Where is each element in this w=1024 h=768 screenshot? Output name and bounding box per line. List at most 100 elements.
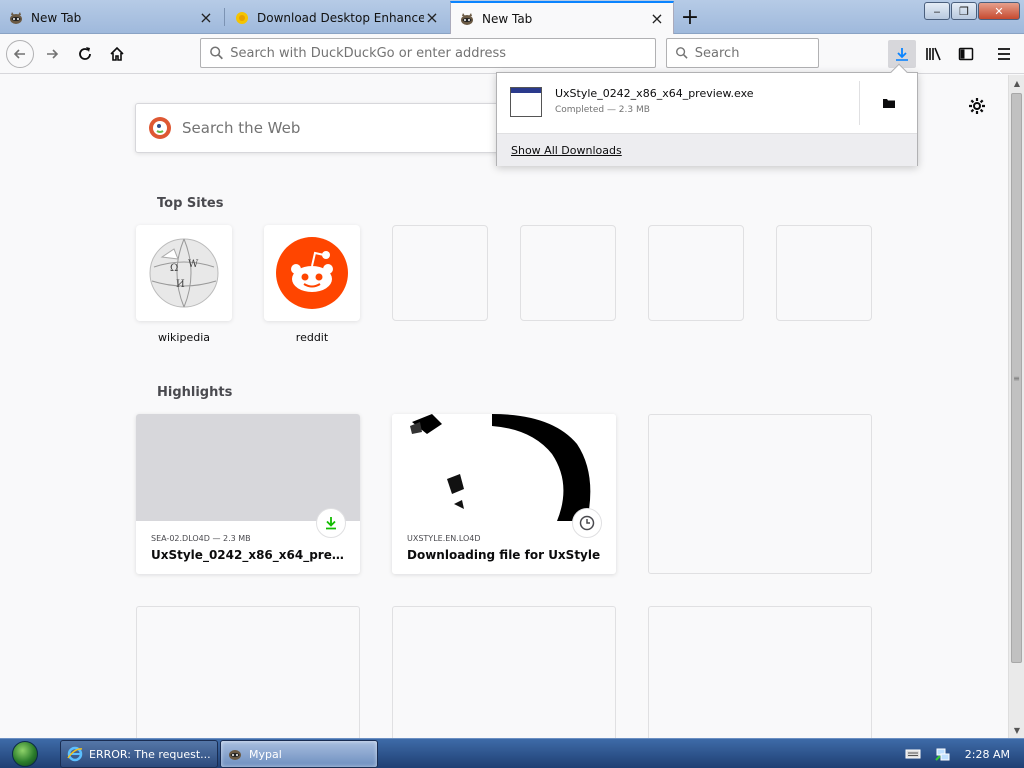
start-button[interactable] bbox=[6, 739, 44, 768]
card-title: Downloading file for UxStyle bbox=[407, 548, 601, 562]
back-arrow-icon bbox=[13, 49, 25, 59]
windows-logo-icon bbox=[12, 741, 38, 767]
tab-new-tab-1[interactable]: New Tab × bbox=[0, 1, 222, 34]
show-all-downloads-button[interactable]: Show All Downloads bbox=[497, 133, 917, 166]
tab-close-icon[interactable]: × bbox=[649, 9, 665, 28]
mypal-raccoon-icon bbox=[8, 10, 24, 26]
top-site-label: reddit bbox=[295, 331, 329, 344]
svg-text:Ω: Ω bbox=[170, 263, 178, 274]
scroll-up-arrow-icon[interactable]: ▲ bbox=[1009, 75, 1024, 91]
card-context: UXSTYLE.EN.LO4D bbox=[407, 534, 481, 543]
downloads-panel: UxStyle_0242_x86_x64_preview.exe Complet… bbox=[496, 63, 918, 166]
maximize-button[interactable]: ❐ bbox=[951, 2, 977, 20]
highlight-card-empty bbox=[136, 606, 360, 738]
forward-arrow-icon bbox=[47, 49, 59, 59]
open-folder-button[interactable] bbox=[859, 81, 917, 125]
download-arrow-icon bbox=[896, 48, 908, 61]
svg-text:И: И bbox=[176, 279, 185, 290]
reload-icon bbox=[79, 47, 91, 60]
taskbar-clock[interactable]: 2:28 AM bbox=[965, 748, 1010, 761]
back-button[interactable] bbox=[6, 40, 34, 68]
top-site-empty[interactable] bbox=[392, 225, 488, 321]
tab-close-icon[interactable]: × bbox=[424, 8, 440, 27]
clock-icon bbox=[579, 515, 595, 531]
download-status: Completed — 2.3 MB bbox=[555, 105, 650, 115]
url-bar[interactable] bbox=[200, 38, 656, 68]
close-window-button[interactable]: ✕ bbox=[978, 2, 1020, 20]
minimize-button[interactable]: ‒ bbox=[924, 2, 950, 20]
highlight-card-empty bbox=[392, 606, 616, 738]
network-icon[interactable] bbox=[935, 746, 951, 762]
top-site-reddit[interactable] bbox=[264, 225, 360, 321]
scrollbar-thumb[interactable]: ≡ bbox=[1011, 93, 1022, 663]
card-badge bbox=[572, 508, 602, 538]
highlight-card-uxstyle[interactable]: UXSTYLE.EN.LO4D Downloading file for UxS… bbox=[392, 414, 616, 574]
highlight-card-empty bbox=[648, 606, 872, 738]
highlight-card-download[interactable]: SEA-02.DLO4D — 2.3 MB UxStyle_0242_x86_x… bbox=[136, 414, 360, 574]
card-context: SEA-02.DLO4D — 2.3 MB bbox=[151, 534, 251, 543]
top-site-empty[interactable] bbox=[648, 225, 744, 321]
card-title: UxStyle_0242_x86_x64_preview... bbox=[151, 548, 351, 562]
lo4d-favicon-icon bbox=[234, 10, 250, 26]
search-icon bbox=[210, 46, 223, 60]
tab-separator bbox=[224, 8, 225, 26]
mypal-raccoon-icon bbox=[459, 11, 475, 27]
menu-button[interactable] bbox=[990, 40, 1018, 68]
search-input[interactable] bbox=[694, 45, 818, 61]
reload-button[interactable] bbox=[71, 40, 99, 68]
tab-title: Download Desktop Enhanceme bbox=[257, 10, 424, 25]
new-tab-button[interactable]: + bbox=[678, 5, 702, 30]
svg-text:W: W bbox=[188, 259, 199, 270]
home-icon bbox=[110, 46, 124, 61]
tab-title: New Tab bbox=[482, 11, 533, 26]
windows-taskbar: ERROR: The request... Mypal 2:28 AM bbox=[0, 738, 1024, 768]
wikipedia-globe-icon: Ω W И bbox=[149, 238, 219, 308]
keyboard-icon[interactable] bbox=[905, 746, 921, 762]
url-input[interactable] bbox=[230, 45, 655, 61]
home-button[interactable] bbox=[103, 40, 131, 68]
system-tray: 2:28 AM bbox=[891, 739, 1016, 768]
top-site-empty[interactable] bbox=[776, 225, 872, 321]
exe-file-icon bbox=[510, 87, 542, 117]
top-sites-heading: Top Sites bbox=[157, 196, 224, 211]
sidebar-icon bbox=[958, 47, 974, 61]
scroll-down-arrow-icon[interactable]: ▼ bbox=[1009, 722, 1024, 738]
search-bar[interactable] bbox=[666, 38, 819, 68]
card-thumbnail bbox=[136, 414, 360, 521]
top-site-wikipedia[interactable]: Ω W И bbox=[136, 225, 232, 321]
folder-icon bbox=[882, 99, 895, 108]
page-scrollbar[interactable]: ▲ ≡ ▼ bbox=[1008, 75, 1024, 738]
download-filename: UxStyle_0242_x86_x64_preview.exe bbox=[555, 87, 754, 100]
download-icon bbox=[326, 517, 336, 530]
duckduckgo-logo-icon bbox=[149, 117, 171, 139]
reddit-alien-icon bbox=[276, 237, 348, 309]
newtab-page: Top Sites Ω W И wikipedia reddit Highlig… bbox=[0, 75, 1008, 738]
download-item[interactable]: UxStyle_0242_x86_x64_preview.exe Complet… bbox=[497, 73, 859, 133]
sidebar-button[interactable] bbox=[952, 40, 980, 68]
top-site-empty[interactable] bbox=[520, 225, 616, 321]
taskbar-item-mypal[interactable]: Mypal bbox=[220, 740, 378, 768]
top-site-label: wikipedia bbox=[157, 331, 210, 344]
tab-title: New Tab bbox=[31, 10, 82, 25]
hamburger-menu-icon bbox=[998, 48, 1010, 60]
library-icon bbox=[926, 47, 941, 61]
window-controls: ‒ ❐ ✕ bbox=[923, 2, 1020, 20]
library-button[interactable] bbox=[920, 40, 948, 68]
tab-strip: New Tab × Download Desktop Enhanceme × N… bbox=[0, 0, 1024, 34]
taskbar-item-label: Mypal bbox=[249, 747, 282, 761]
highlights-heading: Highlights bbox=[157, 385, 233, 400]
web-search-input[interactable] bbox=[182, 119, 482, 137]
page-settings-button[interactable] bbox=[966, 95, 988, 117]
show-all-downloads-label: Show All Downloads bbox=[511, 143, 622, 157]
internet-explorer-icon bbox=[67, 746, 83, 762]
downloads-button[interactable] bbox=[888, 40, 916, 68]
card-badge bbox=[316, 508, 346, 538]
taskbar-item-label: ERROR: The request... bbox=[89, 747, 211, 761]
web-search-box[interactable] bbox=[135, 103, 515, 153]
gear-icon bbox=[969, 98, 985, 114]
tab-download-desktop[interactable]: Download Desktop Enhanceme × bbox=[226, 1, 448, 34]
forward-button[interactable] bbox=[38, 40, 66, 68]
tab-close-icon[interactable]: × bbox=[198, 8, 214, 27]
tab-new-tab-active[interactable]: New Tab × bbox=[450, 1, 674, 34]
taskbar-item-ie[interactable]: ERROR: The request... bbox=[60, 740, 218, 768]
